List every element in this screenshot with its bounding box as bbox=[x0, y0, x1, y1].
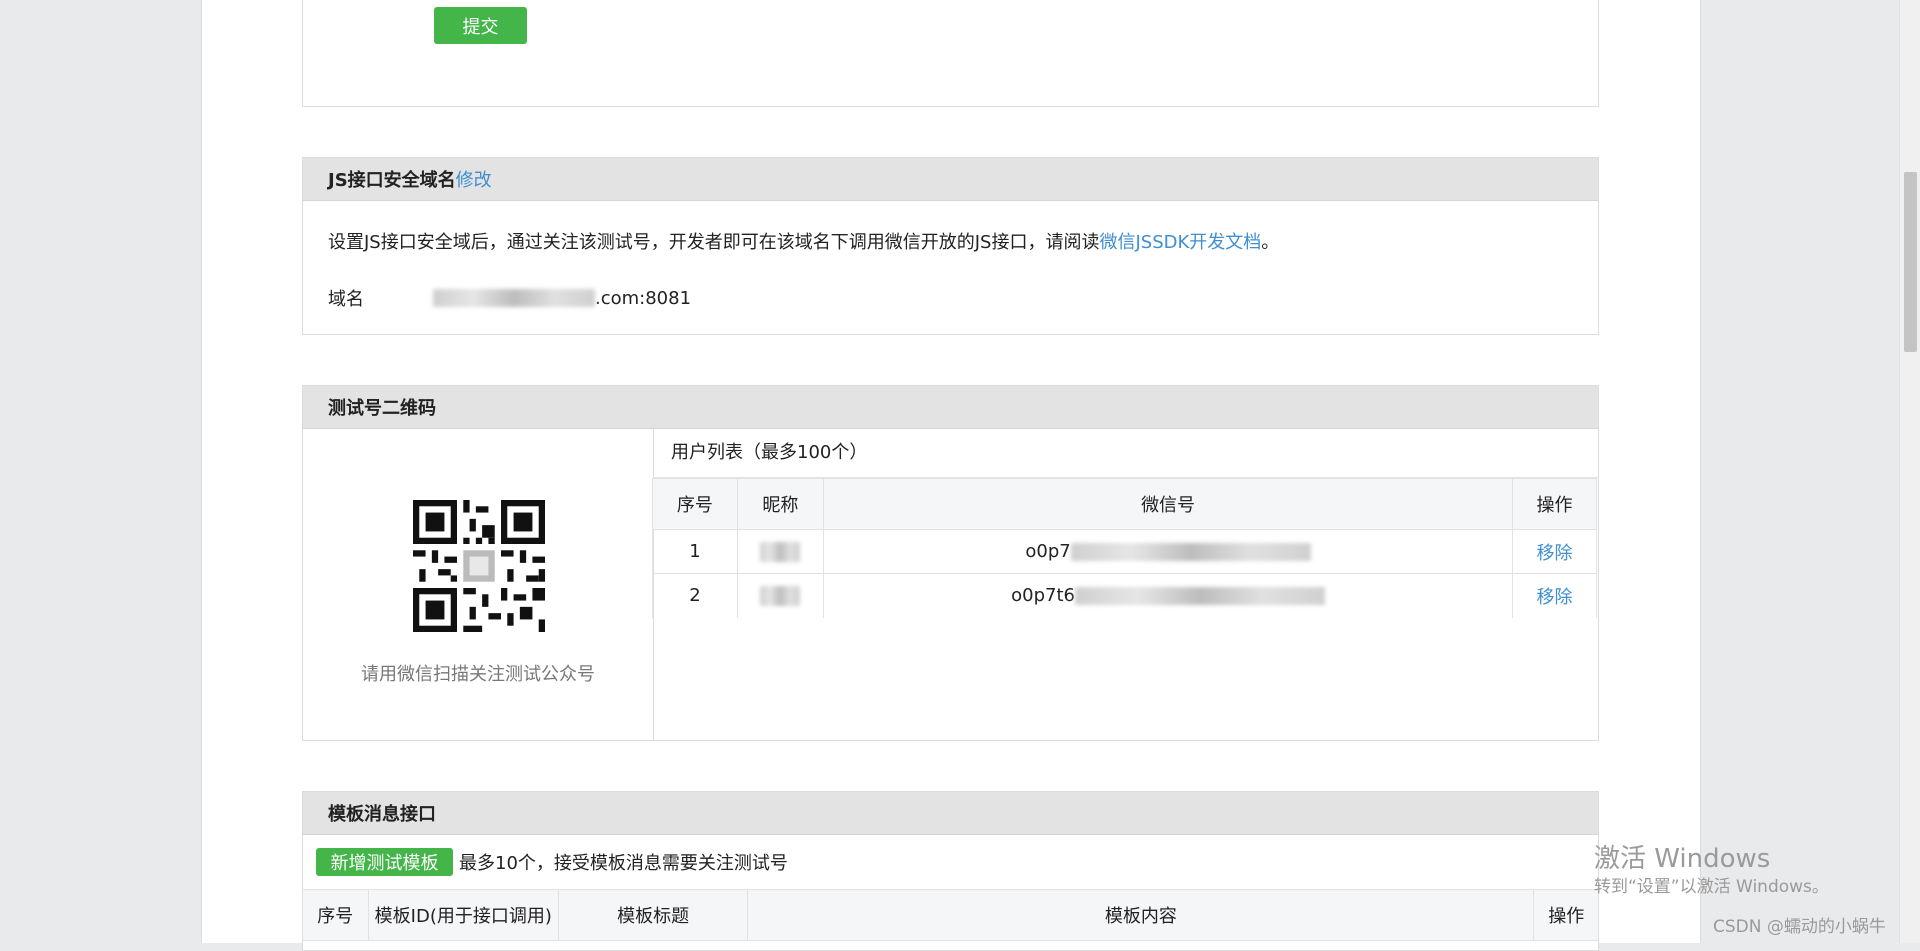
page-content: 提交 JS接口安全域名 修改 设置JS接口安全域后，通过关注该测试号，开发者即可在… bbox=[201, 0, 1701, 951]
domain-label: 域名 bbox=[328, 289, 364, 310]
col-wechat-id: 微信号 bbox=[823, 478, 1514, 530]
wechat-id-prefix: o0p7 bbox=[1025, 541, 1071, 562]
activate-windows-subtitle: 转到“设置”以激活 Windows。 bbox=[1594, 877, 1829, 897]
template-panel: 模板消息接口 新增测试模板 最多10个，接受模板消息需要关注测试号 序号 模板I… bbox=[302, 791, 1599, 951]
qr-panel: 测试号二维码 请用微信扫描关注测试公众号 用户列表（最多100个） 序号 昵称 … bbox=[302, 385, 1599, 741]
description-end: 。 bbox=[1261, 232, 1280, 253]
qr-panel-title: 测试号二维码 bbox=[328, 398, 436, 419]
row-wechat-id: o0p7 bbox=[823, 529, 1514, 574]
col-template-content: 模板内容 bbox=[747, 889, 1535, 941]
nickname-redacted bbox=[760, 542, 801, 562]
remove-user-link[interactable]: 移除 bbox=[1537, 543, 1573, 564]
table-row: 2 o0p7t6 移除 bbox=[652, 573, 1597, 618]
row-wechat-id: o0p7t6 bbox=[823, 573, 1514, 618]
wechat-id-prefix: o0p7t6 bbox=[1011, 585, 1075, 607]
description-text: 设置JS接口安全域后，通过关注该测试号，开发者即可在该域名下调用微信开放的JS接… bbox=[328, 232, 1100, 253]
col-template-title: 模板标题 bbox=[558, 889, 749, 941]
js-domain-description: 设置JS接口安全域后，通过关注该测试号，开发者即可在该域名下调用微信开放的JS接… bbox=[328, 228, 1279, 254]
nickname-redacted bbox=[760, 586, 801, 607]
qr-caption: 请用微信扫描关注测试公众号 bbox=[361, 664, 595, 685]
user-table-header: 序号 昵称 微信号 操作 bbox=[652, 478, 1597, 530]
template-toolbar: 新增测试模板 最多10个，接受模板消息需要关注测试号 bbox=[303, 835, 1598, 889]
col-action: 操作 bbox=[1512, 478, 1597, 530]
table-row: 1 o0p7 移除 bbox=[652, 529, 1597, 574]
user-list-title: 用户列表（最多100个） bbox=[653, 429, 1598, 478]
domain-value-suffix: .com:8081 bbox=[595, 287, 692, 309]
domain-row: 域名 .com:8081 bbox=[328, 285, 691, 311]
user-list: 用户列表（最多100个） 序号 昵称 微信号 操作 1 o0p7 移除 2 o0… bbox=[652, 429, 1598, 618]
jssdk-doc-link[interactable]: 微信JSSDK开发文档 bbox=[1099, 232, 1261, 253]
row-action: 移除 bbox=[1512, 573, 1597, 618]
js-domain-panel: JS接口安全域名 修改 设置JS接口安全域后，通过关注该测试号，开发者即可在该域名… bbox=[302, 157, 1599, 335]
qr-panel-header: 测试号二维码 bbox=[303, 386, 1598, 429]
template-table: 序号 模板ID(用于接口调用) 模板标题 模板内容 操作 bbox=[302, 889, 1599, 941]
scrollbar-thumb[interactable] bbox=[1904, 172, 1917, 352]
col-nickname: 昵称 bbox=[736, 478, 825, 530]
row-action: 移除 bbox=[1512, 529, 1597, 574]
activate-windows-title: 激活 Windows bbox=[1594, 844, 1771, 874]
template-panel-header: 模板消息接口 bbox=[303, 792, 1598, 835]
qr-code-image bbox=[413, 500, 545, 632]
col-template-action: 操作 bbox=[1533, 889, 1599, 941]
row-index: 1 bbox=[652, 529, 738, 574]
qr-area: 请用微信扫描关注测试公众号 bbox=[303, 429, 654, 740]
template-panel-title: 模板消息接口 bbox=[328, 804, 436, 825]
submit-panel: 提交 bbox=[302, 0, 1599, 107]
col-index: 序号 bbox=[302, 889, 369, 941]
edit-domain-link[interactable]: 修改 bbox=[456, 166, 492, 192]
submit-button[interactable]: 提交 bbox=[434, 7, 527, 44]
wechat-id-redacted bbox=[1075, 587, 1325, 606]
vertical-scrollbar[interactable] bbox=[1899, 0, 1920, 943]
csdn-watermark: CSDN @蠕动的小蜗牛 bbox=[1713, 917, 1886, 937]
wechat-id-redacted bbox=[1070, 543, 1311, 561]
row-nickname bbox=[736, 573, 825, 618]
user-table: 序号 昵称 微信号 操作 1 o0p7 移除 2 o0p7t6 移除 bbox=[652, 478, 1597, 618]
js-domain-header: JS接口安全域名 修改 bbox=[303, 158, 1598, 201]
template-note: 最多10个，接受模板消息需要关注测试号 bbox=[459, 853, 788, 874]
js-domain-title: JS接口安全域名 bbox=[328, 170, 456, 191]
add-template-button[interactable]: 新增测试模板 bbox=[316, 848, 453, 876]
row-index: 2 bbox=[652, 573, 738, 618]
remove-user-link[interactable]: 移除 bbox=[1537, 587, 1573, 608]
col-index: 序号 bbox=[652, 478, 738, 530]
template-table-header: 序号 模板ID(用于接口调用) 模板标题 模板内容 操作 bbox=[302, 889, 1599, 941]
row-nickname bbox=[736, 529, 825, 574]
col-template-id: 模板ID(用于接口调用) bbox=[367, 889, 560, 941]
domain-value-redacted bbox=[433, 289, 595, 307]
